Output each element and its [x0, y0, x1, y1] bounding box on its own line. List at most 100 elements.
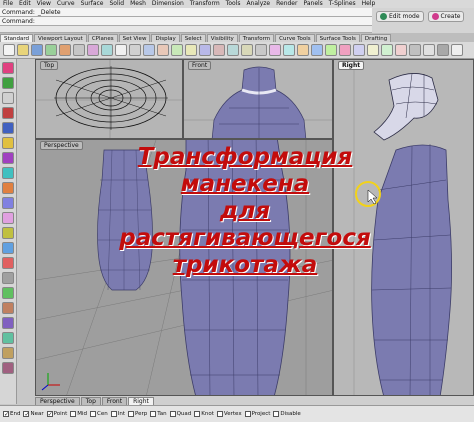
osnap-disable[interactable]: Disable — [273, 411, 301, 417]
osnap-near[interactable]: ✓ Near — [23, 411, 44, 418]
osnap-checkbox[interactable] — [216, 411, 223, 417]
wireframe-icon[interactable] — [269, 44, 281, 56]
point-icon[interactable] — [395, 44, 407, 56]
zoom-extents-icon[interactable] — [199, 44, 211, 56]
ortho-icon[interactable] — [437, 44, 449, 56]
osnap-vertex[interactable]: Vertex — [216, 411, 242, 417]
lights-icon[interactable] — [311, 44, 323, 56]
osnap-checkbox[interactable] — [110, 411, 117, 417]
copy-object-icon[interactable] — [2, 317, 14, 329]
box-icon[interactable] — [2, 227, 14, 239]
osnap-project[interactable]: Project — [244, 411, 270, 417]
grid-icon[interactable] — [409, 44, 421, 56]
sphere-icon[interactable] — [2, 242, 14, 254]
osnap-checkbox[interactable] — [128, 411, 134, 417]
select-icon[interactable] — [381, 44, 393, 56]
properties-icon[interactable] — [339, 44, 351, 56]
dimension-icon[interactable] — [2, 287, 14, 299]
osnap-checkbox[interactable]: ✓ — [46, 411, 53, 418]
zoom-window-icon[interactable] — [185, 44, 197, 56]
import-icon[interactable] — [59, 44, 71, 56]
rotate-icon[interactable] — [2, 332, 14, 344]
menu-item-mesh[interactable]: Mesh — [127, 0, 149, 8]
tab-cplanes[interactable]: CPlanes — [87, 34, 118, 42]
tab-surface-tools[interactable]: Surface Tools — [315, 34, 360, 42]
line-icon[interactable] — [2, 92, 14, 104]
planar-icon[interactable] — [451, 44, 463, 56]
tab-select[interactable]: Select — [180, 34, 206, 42]
command-input-line[interactable]: Command: — [0, 17, 372, 26]
tab-drafting[interactable]: Drafting — [360, 34, 392, 42]
osnap-quad[interactable]: Quad — [169, 411, 191, 417]
snap-icon[interactable] — [423, 44, 435, 56]
four-views-icon[interactable] — [241, 44, 253, 56]
cut-icon[interactable] — [73, 44, 85, 56]
viewport-top[interactable]: Top — [35, 59, 183, 139]
move-icon[interactable] — [2, 302, 14, 314]
paste-icon[interactable] — [101, 44, 113, 56]
tab-transform[interactable]: Transform — [238, 34, 275, 42]
osnap-knot[interactable]: Knot — [194, 411, 214, 417]
redo-icon[interactable] — [129, 44, 141, 56]
osnap-checkbox[interactable]: ✓ — [23, 411, 29, 418]
osnap-mid[interactable]: Mid — [70, 411, 87, 417]
viewport-front[interactable]: Front — [183, 59, 333, 139]
surface-icon[interactable] — [2, 212, 14, 224]
scale-icon[interactable] — [2, 347, 14, 359]
view-tab-right[interactable]: Right — [128, 397, 154, 405]
edit-mode-button[interactable]: Edit mode — [376, 11, 424, 22]
view-tab-top[interactable]: Top — [80, 397, 101, 405]
tab-display[interactable]: Display — [151, 34, 180, 42]
menu-item-view[interactable]: View — [34, 0, 54, 8]
zoom-selected-icon[interactable] — [213, 44, 225, 56]
curve-icon[interactable] — [2, 122, 14, 134]
select-points-icon[interactable] — [2, 62, 14, 74]
tab-viewport-layout[interactable]: Viewport Layout — [34, 34, 87, 42]
menu-item-panels[interactable]: Panels — [300, 0, 325, 8]
view-tab-perspective[interactable]: Perspective — [35, 397, 80, 405]
osnap-checkbox[interactable]: ✓ — [3, 411, 9, 418]
text-icon[interactable] — [2, 272, 14, 284]
shaded-icon[interactable] — [283, 44, 295, 56]
arc-icon[interactable] — [2, 152, 14, 164]
new-file-icon[interactable] — [3, 44, 15, 56]
osnap-end[interactable]: ✓ End — [3, 411, 20, 418]
circle-icon[interactable] — [2, 137, 14, 149]
viewport-right-title[interactable]: Right — [338, 61, 365, 70]
rectangle-icon[interactable] — [2, 182, 14, 194]
menu-item-curve[interactable]: Curve — [54, 0, 78, 8]
polyline-icon[interactable] — [2, 107, 14, 119]
viewport-perspective-title[interactable]: Perspective — [40, 141, 83, 150]
osnap-checkbox[interactable] — [90, 411, 97, 417]
mesh-icon[interactable] — [2, 257, 14, 269]
undo-view-icon[interactable] — [227, 44, 239, 56]
undo-icon[interactable] — [115, 44, 127, 56]
menu-item-help[interactable]: Help — [359, 0, 379, 8]
rotate-view-icon[interactable] — [157, 44, 169, 56]
osnap-int[interactable]: Int — [110, 411, 125, 417]
point-icon[interactable] — [2, 77, 14, 89]
tab-curve-tools[interactable]: Curve Tools — [275, 34, 315, 42]
ellipse-icon[interactable] — [2, 167, 14, 179]
layer-icon[interactable] — [325, 44, 337, 56]
tab-set-view[interactable]: Set View — [118, 34, 151, 42]
options-icon[interactable] — [353, 44, 365, 56]
osnap-checkbox[interactable] — [150, 411, 157, 417]
osnap-checkbox[interactable] — [244, 411, 251, 417]
rendered-icon[interactable] — [297, 44, 309, 56]
osnap-tan[interactable]: Tan — [150, 411, 167, 417]
view-tab-front[interactable]: Front — [101, 397, 128, 405]
menu-item-analyze[interactable]: Analyze — [243, 0, 273, 8]
viewport-top-title[interactable]: Top — [40, 61, 59, 70]
menu-item-solid[interactable]: Solid — [106, 0, 127, 8]
menu-item-t-splines[interactable]: T-Splines — [326, 0, 359, 8]
print-icon[interactable] — [45, 44, 57, 56]
osnap-checkbox[interactable] — [194, 411, 201, 417]
copy-icon[interactable] — [87, 44, 99, 56]
pan-icon[interactable] — [143, 44, 155, 56]
osnap-perp[interactable]: Perp — [128, 411, 147, 417]
zoom-icon[interactable] — [171, 44, 183, 56]
menu-item-render[interactable]: Render — [273, 0, 300, 8]
open-icon[interactable] — [17, 44, 29, 56]
cplane-icon[interactable] — [255, 44, 267, 56]
